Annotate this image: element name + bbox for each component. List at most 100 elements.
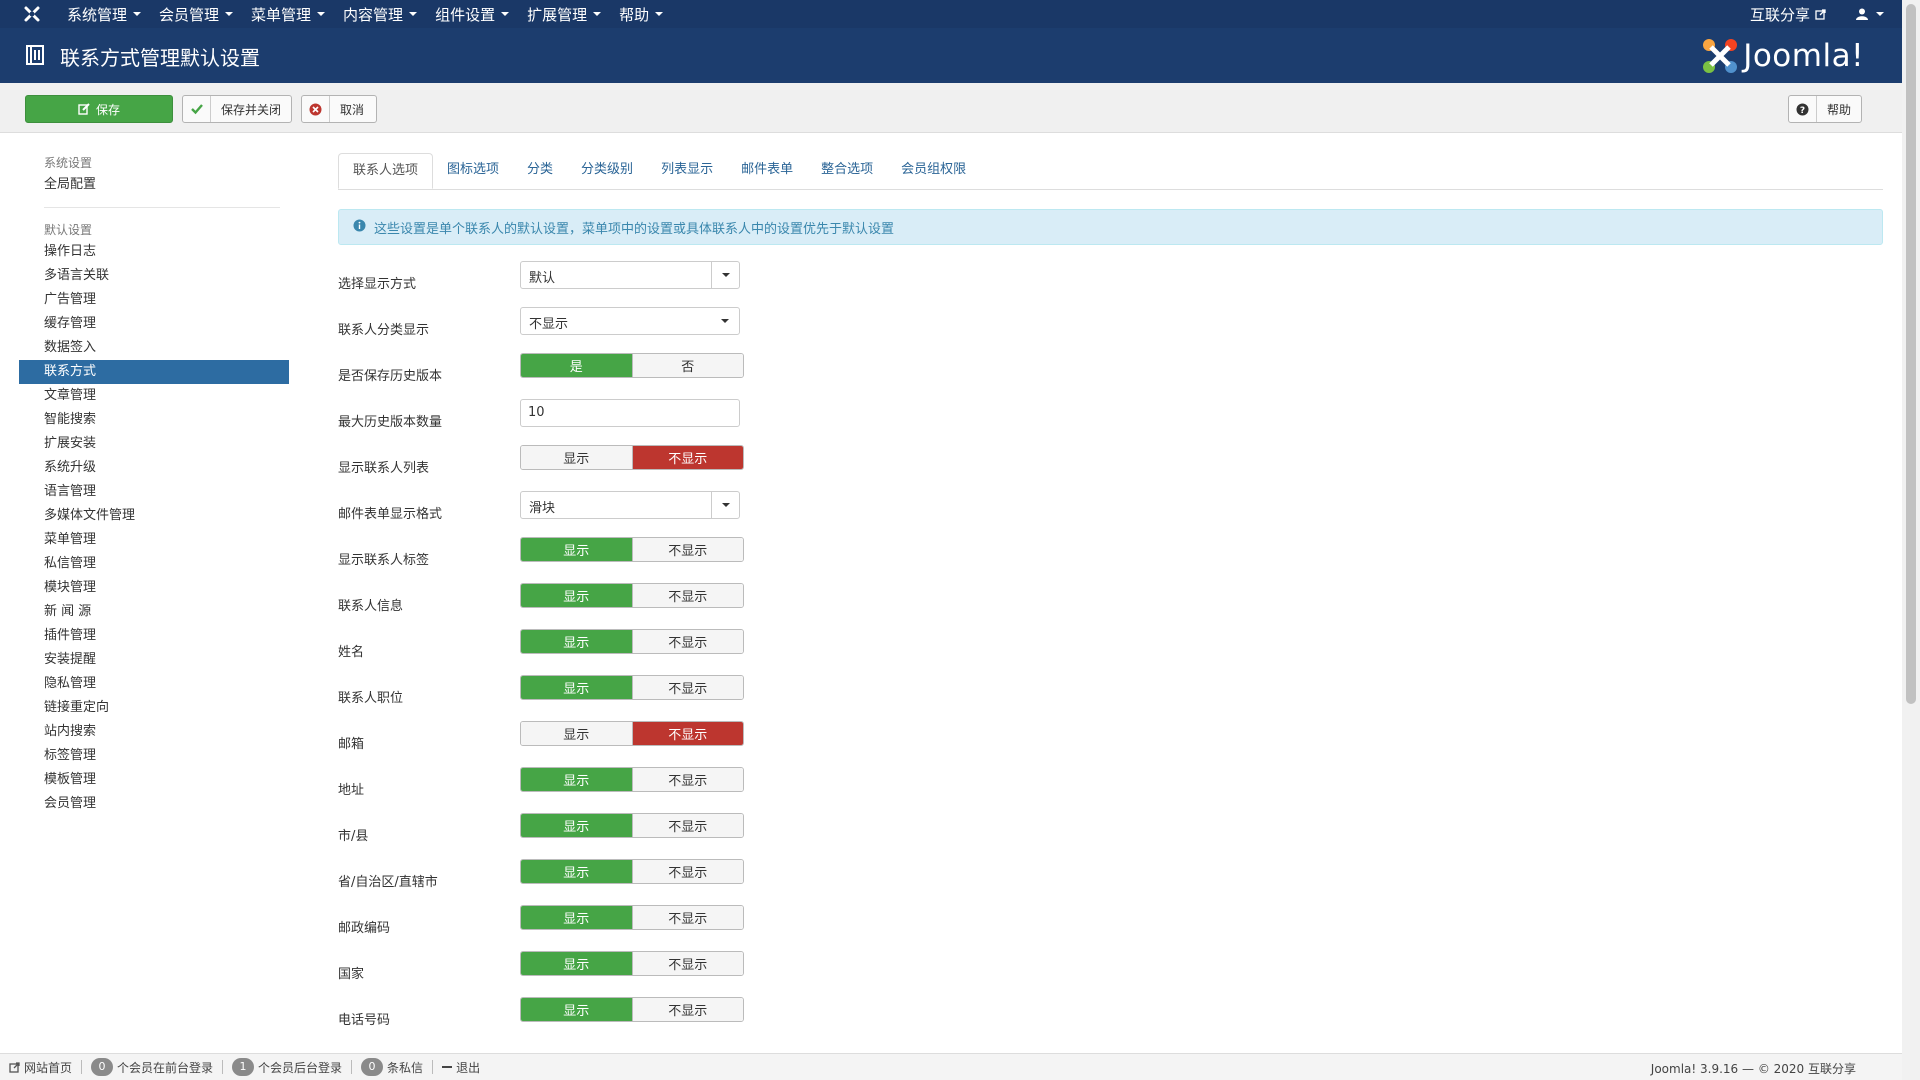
cancel-button[interactable]: 取消 bbox=[301, 95, 377, 123]
toggle-hide[interactable]: 不显示 bbox=[631, 814, 743, 837]
backend-users[interactable]: 1 个会员后台登录 bbox=[223, 1058, 353, 1076]
menu-users[interactable]: 会员管理 bbox=[150, 0, 242, 28]
field-label: 电话号码 bbox=[338, 1013, 391, 1028]
sidebar-item[interactable]: 隐私管理 bbox=[19, 672, 289, 696]
toggle-hide[interactable]: 不显示 bbox=[631, 952, 743, 975]
minus-icon bbox=[442, 1066, 453, 1068]
toggle-hide[interactable]: 不显示 bbox=[631, 722, 743, 745]
sidebar-item[interactable]: 新 闻 源 bbox=[19, 600, 289, 624]
sidebar-item[interactable]: 菜单管理 bbox=[19, 528, 289, 552]
menu-components[interactable]: 组件设置 bbox=[426, 0, 518, 28]
sidebar-item[interactable]: 文章管理 bbox=[19, 384, 289, 408]
sidebar-item[interactable]: 缓存管理 bbox=[19, 312, 289, 336]
tab[interactable]: 图标选项 bbox=[433, 153, 513, 189]
sidebar-item[interactable]: 站内搜索 bbox=[19, 720, 289, 744]
show-hide-toggle: 显示 不显示 bbox=[520, 767, 744, 792]
toggle-hide[interactable]: 不显示 bbox=[631, 768, 743, 791]
count-badge: 0 bbox=[91, 1058, 114, 1076]
display-mode-select[interactable]: 默认 bbox=[520, 261, 740, 289]
toggle-hide[interactable]: 不显示 bbox=[631, 584, 743, 607]
external-link-icon bbox=[1815, 8, 1826, 20]
tab[interactable]: 会员组权限 bbox=[887, 153, 980, 189]
tab[interactable]: 整合选项 bbox=[807, 153, 887, 189]
sidebar-item[interactable]: 模块管理 bbox=[19, 576, 289, 600]
tab[interactable]: 分类级别 bbox=[567, 153, 647, 189]
sidebar-item[interactable]: 链接重定向 bbox=[19, 696, 289, 720]
user-menu[interactable] bbox=[1856, 8, 1884, 20]
site-home-link[interactable]: 网站首页 bbox=[0, 1060, 83, 1075]
sidebar-item[interactable]: 数据签入 bbox=[19, 336, 289, 360]
toggle-hide[interactable]: 不显示 bbox=[631, 676, 743, 699]
toggle-show[interactable]: 显示 bbox=[521, 584, 632, 607]
menu-content[interactable]: 内容管理 bbox=[334, 0, 426, 28]
toggle-show[interactable]: 显示 bbox=[521, 446, 632, 469]
max-versions-input[interactable]: 10 bbox=[520, 399, 740, 427]
toggle-show[interactable]: 显示 bbox=[521, 538, 632, 561]
toggle-hide[interactable]: 不显示 bbox=[631, 998, 743, 1021]
field-label: 联系人分类显示 bbox=[338, 323, 430, 338]
sidebar-item[interactable]: 广告管理 bbox=[19, 288, 289, 312]
tab[interactable]: 联系人选项 bbox=[338, 153, 434, 189]
sidebar-item-global-config[interactable]: 全局配置 bbox=[19, 173, 289, 197]
logout-link[interactable]: 退出 bbox=[433, 1060, 489, 1075]
sidebar-item[interactable]: 联系方式 bbox=[19, 360, 289, 384]
toggle-show[interactable]: 显示 bbox=[521, 814, 632, 837]
sidebar-item[interactable]: 操作日志 bbox=[19, 240, 289, 264]
toggle-show[interactable]: 显示 bbox=[521, 630, 632, 653]
toggle-hide[interactable]: 不显示 bbox=[631, 630, 743, 653]
tab[interactable]: 分类 bbox=[513, 153, 567, 189]
toggle-show[interactable]: 显示 bbox=[521, 998, 632, 1021]
mail-format-select[interactable]: 滑块 bbox=[520, 491, 740, 519]
sidebar-item[interactable]: 语言管理 bbox=[19, 480, 289, 504]
show-hide-toggle: 显示 不显示 bbox=[520, 629, 744, 654]
sidebar-item[interactable]: 扩展安装 bbox=[19, 432, 289, 456]
toggle-hide[interactable]: 不显示 bbox=[631, 906, 743, 929]
site-link[interactable]: 互联分享 bbox=[1750, 4, 1826, 25]
toggle-show[interactable]: 显示 bbox=[521, 722, 632, 745]
toggle-no[interactable]: 否 bbox=[631, 354, 743, 377]
sidebar-item[interactable]: 多媒体文件管理 bbox=[19, 504, 289, 528]
toggle-show[interactable]: 显示 bbox=[521, 860, 632, 883]
help-button[interactable]: ? 帮助 bbox=[1788, 95, 1862, 123]
navbar-right: 互联分享 bbox=[1750, 0, 1884, 28]
show-hide-toggle: 显示 不显示 bbox=[520, 537, 744, 562]
sidebar-item[interactable]: 多语言关联 bbox=[19, 264, 289, 288]
menu-extensions[interactable]: 扩展管理 bbox=[518, 0, 610, 28]
frontend-users[interactable]: 0 个会员在前台登录 bbox=[82, 1058, 224, 1076]
private-messages[interactable]: 0 条私信 bbox=[352, 1058, 434, 1076]
sidebar-item[interactable]: 安装提醒 bbox=[19, 648, 289, 672]
help-label: 帮助 bbox=[1826, 102, 1851, 117]
toggle-show[interactable]: 显示 bbox=[521, 676, 632, 699]
sidebar-item[interactable]: 插件管理 bbox=[19, 624, 289, 648]
menu-help[interactable]: 帮助 bbox=[610, 0, 672, 28]
save-close-label: 保存并关闭 bbox=[221, 102, 282, 117]
save-close-button[interactable]: 保存并关闭 bbox=[182, 95, 292, 123]
sidebar: 系统设置 全局配置 默认设置 操作日志 多语言关联 广告管理 缓存管理 数据签入 联系方式… bbox=[19, 153, 289, 816]
sidebar-item[interactable]: 私信管理 bbox=[19, 552, 289, 576]
sidebar-item[interactable]: 模板管理 bbox=[19, 768, 289, 792]
sidebar-item[interactable]: 智能搜索 bbox=[19, 408, 289, 432]
toggle-hide[interactable]: 不显示 bbox=[631, 860, 743, 883]
joomla-logo-icon[interactable] bbox=[23, 5, 41, 23]
menu-system[interactable]: 系统管理 bbox=[58, 0, 150, 28]
menu-menus[interactable]: 菜单管理 bbox=[242, 0, 334, 28]
tab[interactable]: 邮件表单 bbox=[727, 153, 807, 189]
save-button[interactable]: 保存 bbox=[25, 95, 173, 123]
scrollbar-thumb[interactable] bbox=[1906, 4, 1916, 704]
toggle-hide[interactable]: 不显示 bbox=[631, 446, 743, 469]
toggle-show[interactable]: 显示 bbox=[521, 952, 632, 975]
toggle-show[interactable]: 显示 bbox=[521, 768, 632, 791]
toggle-yes[interactable]: 是 bbox=[521, 354, 632, 377]
toggle-rows: 显示联系人标签 显示 不显示 联系人信息 显示 不显示 姓名 显示 不显示 联系人职位 显示 不显示邮… bbox=[338, 537, 1883, 1043]
tab[interactable]: 列表显示 bbox=[647, 153, 727, 189]
toggle-show[interactable]: 显示 bbox=[521, 906, 632, 929]
category-display-select[interactable]: 不显示 bbox=[520, 307, 740, 335]
form-row: 联系人分类显示 不显示 bbox=[338, 307, 1883, 353]
show-hide-toggle: 显示 不显示 bbox=[520, 813, 744, 838]
page-scrollbar[interactable] bbox=[1902, 0, 1920, 1080]
sidebar-item[interactable]: 系统升级 bbox=[19, 456, 289, 480]
toggle-hide[interactable]: 不显示 bbox=[631, 538, 743, 561]
sidebar-item[interactable]: 会员管理 bbox=[19, 792, 289, 816]
sidebar-item[interactable]: 标签管理 bbox=[19, 744, 289, 768]
question-icon: ? bbox=[1789, 96, 1817, 122]
